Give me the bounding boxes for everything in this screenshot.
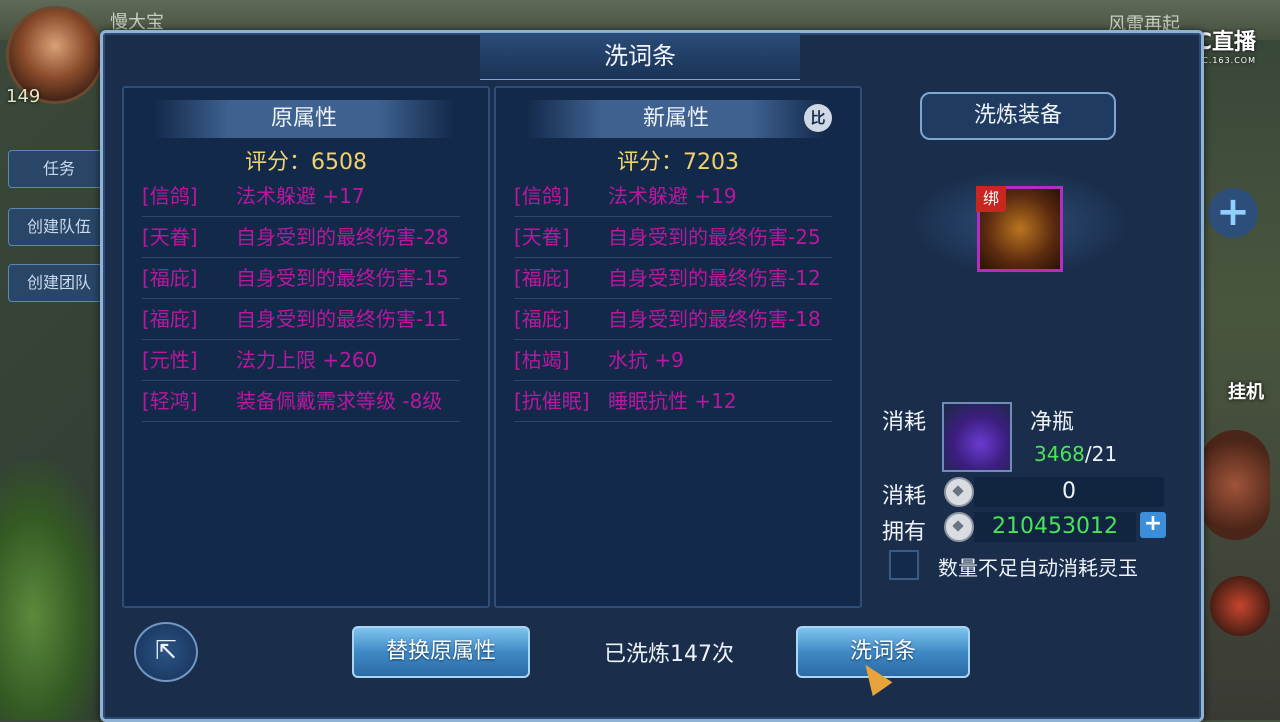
attribute-tag: [信鸽] xyxy=(142,184,198,208)
attribute-text: 自身受到的最终伤害-18 xyxy=(608,307,821,331)
attribute-text: 自身受到的最终伤害-15 xyxy=(236,266,449,290)
wash-count-text: 已洗炼147次 xyxy=(604,642,734,667)
attribute-tag: [轻鸿] xyxy=(142,389,198,413)
attribute-row: [福庇] 自身受到的最终伤害-12 xyxy=(514,258,832,299)
attribute-tag: [天眷] xyxy=(514,225,570,249)
attribute-tag: [信鸽] xyxy=(514,184,570,208)
attribute-text: 自身受到的最终伤害-11 xyxy=(236,307,449,331)
attribute-text: 装备佩戴需求等级 -8级 xyxy=(236,389,443,413)
attribute-text: 水抗 +9 xyxy=(608,348,684,372)
coin-consume-value: 0 xyxy=(974,477,1164,507)
attribute-row: [天眷] 自身受到的最终伤害-25 xyxy=(514,217,832,258)
original-score: 评分：6508 xyxy=(245,150,367,175)
attribute-tag: [福庇] xyxy=(514,266,570,290)
attribute-tag: [枯竭] xyxy=(514,348,570,372)
attribute-tag: [福庇] xyxy=(514,307,570,331)
task-button[interactable]: 任务 xyxy=(8,150,110,188)
new-attributes-panel: 新属性 比 评分：7203 [信鸽] 法术躲避 +19 [天眷] 自身受到的最终伤害… xyxy=(494,86,862,608)
silver-coin-icon xyxy=(944,512,974,542)
attribute-row: [天眷] 自身受到的最终伤害-28 xyxy=(142,217,460,258)
attribute-row: [元性] 法力上限 +260 xyxy=(142,340,460,381)
consume-item-count: 3468/21 xyxy=(1034,442,1117,466)
character-skill-icon[interactable] xyxy=(1200,430,1270,540)
player-level: 149 xyxy=(6,86,41,107)
share-icon: ⇱ xyxy=(155,636,177,666)
attribute-tag: [元性] xyxy=(142,348,198,372)
attribute-row: [信鸽] 法术躲避 +17 xyxy=(142,176,460,217)
original-header: 原属性 xyxy=(154,100,454,138)
attribute-text: 法术躲避 +17 xyxy=(236,184,365,208)
auto-consume-checkbox[interactable] xyxy=(889,550,919,580)
attribute-row: [信鸽] 法术躲避 +19 xyxy=(514,176,832,217)
attribute-tag: [天眷] xyxy=(142,225,198,249)
create-team-button[interactable]: 创建队伍 xyxy=(8,208,110,246)
item-need-count: /21 xyxy=(1084,442,1118,466)
consume-item-name: 净瓶 xyxy=(1030,410,1075,435)
wash-equip-header: 洗炼装备 xyxy=(920,92,1116,140)
attribute-text: 自身受到的最终伤害-28 xyxy=(236,225,449,249)
attribute-row: [抗催眠] 睡眠抗性 +12 xyxy=(514,381,832,422)
attribute-tag: [抗催眠] xyxy=(514,389,590,413)
corner-flower-decoration xyxy=(0,460,110,720)
new-attribute-list: [信鸽] 法术躲避 +19 [天眷] 自身受到的最终伤害-25 [福庇] 自身受到的最… xyxy=(514,176,832,422)
dialog-title: 洗词条 xyxy=(480,32,800,80)
attribute-text: 自身受到的最终伤害-12 xyxy=(608,266,821,290)
original-attribute-list: [信鸽] 法术躲避 +17 [天眷] 自身受到的最终伤害-28 [福庇] 自身受到的最… xyxy=(142,176,460,422)
auto-battle-label[interactable]: 挂机 xyxy=(1228,378,1264,404)
new-score: 评分：7203 xyxy=(617,150,739,175)
create-group-button[interactable]: 创建团队 xyxy=(8,264,110,302)
attribute-tag: [福庇] xyxy=(142,266,198,290)
attribute-row: [福庇] 自身受到的最终伤害-15 xyxy=(142,258,460,299)
bound-tag: 绑 xyxy=(976,186,1006,212)
own-label: 拥有 xyxy=(882,520,927,545)
purifying-vase-item-icon[interactable] xyxy=(942,402,1012,472)
new-header: 新属性 xyxy=(526,100,826,138)
attribute-text: 法术躲避 +19 xyxy=(608,184,737,208)
attribute-text: 法力上限 +260 xyxy=(236,348,378,372)
auto-consume-label: 数量不足自动消耗灵玉 xyxy=(938,556,1138,580)
skill-icon[interactable] xyxy=(1210,576,1270,636)
attribute-row: [枯竭] 水抗 +9 xyxy=(514,340,832,381)
silver-coin-icon xyxy=(944,477,974,507)
original-attributes-panel: 原属性 评分：6508 [信鸽] 法术躲避 +17 [天眷] 自身受到的最终伤害-2… xyxy=(122,86,490,608)
attribute-tag: [福庇] xyxy=(142,307,198,331)
coin-consume-label: 消耗 xyxy=(882,484,927,509)
attribute-row: [福庇] 自身受到的最终伤害-11 xyxy=(142,299,460,340)
attribute-text: 睡眠抗性 +12 xyxy=(608,389,737,413)
expand-plus-icon[interactable]: + xyxy=(1208,188,1258,238)
attribute-text: 自身受到的最终伤害-25 xyxy=(608,225,821,249)
replace-attributes-button[interactable]: 替换原属性 xyxy=(352,626,530,678)
compare-badge-icon[interactable]: 比 xyxy=(804,104,832,132)
add-coin-button[interactable]: + xyxy=(1140,512,1166,538)
attribute-row: [轻鸿] 装备佩戴需求等级 -8级 xyxy=(142,381,460,422)
consume-label: 消耗 xyxy=(882,410,927,435)
owned-coin-value: 210453012 xyxy=(974,512,1136,542)
item-have-count: 3468 xyxy=(1034,442,1085,466)
attribute-row: [福庇] 自身受到的最终伤害-18 xyxy=(514,299,832,340)
share-button[interactable]: ⇱ xyxy=(134,622,198,682)
